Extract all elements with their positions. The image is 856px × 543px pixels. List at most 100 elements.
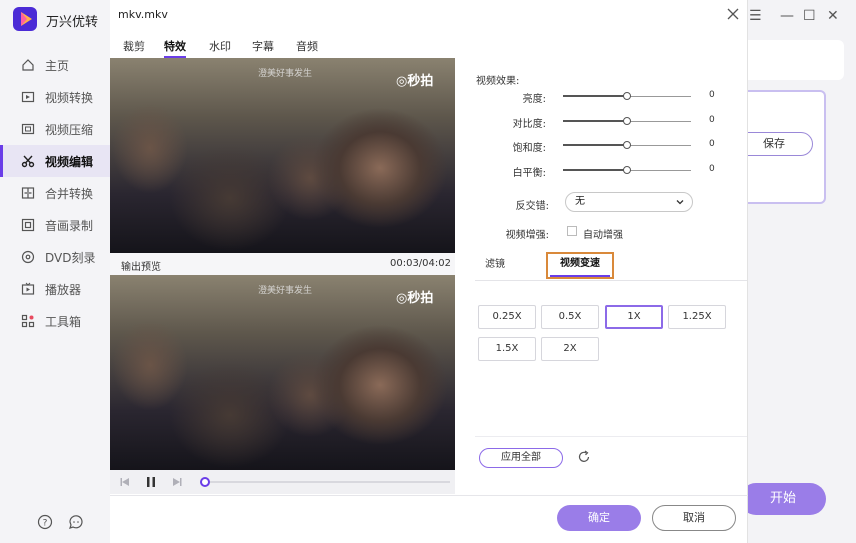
- video-watermark-text: 澄美好事发生: [258, 286, 313, 296]
- minimize-icon[interactable]: —: [780, 8, 794, 24]
- merge-icon: [21, 187, 35, 199]
- svg-text:?: ?: [43, 519, 48, 529]
- convert-icon: [21, 91, 35, 103]
- speed-1x-button[interactable]: 1X: [605, 305, 663, 329]
- footer-divider: [110, 495, 748, 496]
- video-logo: ◎秒拍: [396, 74, 434, 89]
- sidebar-item-toolbox[interactable]: 工具箱: [0, 305, 110, 337]
- slider-label: 白平衡:: [512, 168, 546, 179]
- compress-icon: [21, 123, 35, 135]
- sidebar-item-dvd[interactable]: DVD刻录: [0, 241, 110, 273]
- sidebar-item-label: 视频转换: [45, 90, 94, 105]
- speed-0.25x-button[interactable]: 0.25X: [478, 305, 536, 329]
- player-icon: [21, 282, 35, 295]
- slider-value: 0: [709, 115, 715, 125]
- contrast-slider[interactable]: 对比度: 0: [455, 114, 748, 130]
- toolbox-icon: [21, 314, 35, 328]
- sidebar-item-label: 工具箱: [45, 314, 82, 329]
- sidebar-item-record[interactable]: 音画录制: [0, 209, 110, 241]
- close-window-icon[interactable]: ✕: [827, 8, 839, 24]
- playback-track[interactable]: [200, 481, 450, 483]
- speed-1.5x-button[interactable]: 1.5X: [478, 337, 536, 361]
- preview-label: 输出预览: [121, 262, 161, 273]
- sidebar-item-merge[interactable]: 合并转换: [0, 177, 110, 209]
- confirm-button[interactable]: 确定: [557, 505, 641, 531]
- player-bar: [110, 470, 455, 494]
- tab-effects[interactable]: 特效: [164, 38, 186, 58]
- sidebar-item-video-convert[interactable]: 视频转换: [0, 81, 110, 113]
- slider-fill: [563, 120, 627, 122]
- dialog-title: mkv.mkv: [118, 8, 168, 21]
- background-window: [748, 0, 856, 543]
- slider-value: 0: [709, 90, 715, 100]
- pause-icon[interactable]: [145, 476, 157, 488]
- tab-audio[interactable]: 音频: [296, 38, 318, 56]
- sidebar-item-label: 视频压缩: [45, 122, 94, 137]
- slider-thumb[interactable]: [623, 92, 631, 100]
- tab-filter[interactable]: 滤镜: [485, 255, 505, 281]
- auto-enhance-checkbox[interactable]: [567, 226, 577, 236]
- slider-thumb[interactable]: [623, 117, 631, 125]
- reset-icon[interactable]: [577, 450, 591, 464]
- deinterlace-select[interactable]: 无: [565, 192, 693, 212]
- slider-label: 亮度:: [522, 94, 546, 105]
- maximize-icon[interactable]: ☐: [803, 8, 816, 24]
- feedback-icon[interactable]: [68, 514, 84, 530]
- previous-frame-icon[interactable]: [119, 476, 131, 488]
- sidebar-item-video-compress[interactable]: 视频压缩: [0, 113, 110, 145]
- slider-label: 对比度:: [512, 119, 546, 130]
- sidebar-item-label: 音画录制: [45, 218, 94, 233]
- scissors-icon: [21, 155, 35, 168]
- sidebar-item-label: 合并转换: [45, 186, 94, 201]
- effect-subtabs: 滤镜 视频变速: [475, 252, 747, 281]
- start-button[interactable]: 开始: [740, 483, 826, 515]
- sidebar-item-label: 播放器: [45, 282, 82, 297]
- speed-2x-button[interactable]: 2X: [541, 337, 599, 361]
- sidebar-item-home[interactable]: 主页: [0, 49, 110, 81]
- brightness-slider[interactable]: 亮度: 0: [455, 89, 748, 105]
- tab-subtitle[interactable]: 字幕: [252, 38, 274, 56]
- apply-all-button[interactable]: 应用全部: [479, 448, 563, 468]
- sidebar-item-player[interactable]: 播放器: [0, 273, 110, 305]
- tab-speed[interactable]: 视频变速: [546, 252, 614, 279]
- help-icon[interactable]: ?: [37, 514, 53, 530]
- tab-crop[interactable]: 裁剪: [123, 38, 145, 56]
- disc-icon: [21, 250, 35, 264]
- menu-icon[interactable]: ☰: [749, 8, 762, 24]
- white-balance-slider[interactable]: 白平衡: 0: [455, 163, 748, 179]
- slider-value: 0: [709, 139, 715, 149]
- cancel-button[interactable]: 取消: [652, 505, 736, 531]
- sidebar-item-label: 主页: [45, 58, 70, 73]
- next-frame-icon[interactable]: [171, 476, 183, 488]
- slider-fill: [563, 169, 627, 171]
- output-preview-video: 澄美好事发生 ◎秒拍: [110, 275, 455, 470]
- slider-thumb[interactable]: [623, 141, 631, 149]
- speed-0.5x-button[interactable]: 0.5X: [541, 305, 599, 329]
- sidebar-item-label: 视频编辑: [45, 154, 94, 169]
- record-icon: [21, 218, 35, 232]
- deinterlace-label: 反交错:: [515, 201, 549, 212]
- edit-dialog: mkv.mkv 裁剪 特效 水印 字幕 音频 澄美好事发生 ◎秒拍 输出预览 0…: [110, 0, 748, 543]
- sidebar-item-video-edit[interactable]: 视频编辑: [0, 145, 110, 177]
- sidebar-item-label: DVD刻录: [45, 250, 96, 265]
- preview-time: 00:03/04:02: [389, 258, 451, 269]
- slider-fill: [563, 95, 627, 97]
- saturation-slider[interactable]: 饱和度: 0: [455, 138, 748, 154]
- slider-label: 饱和度:: [512, 143, 546, 154]
- tab-watermark[interactable]: 水印: [209, 38, 231, 56]
- close-icon[interactable]: [725, 6, 741, 22]
- slider-thumb[interactable]: [623, 166, 631, 174]
- effects-title: 视频效果:: [476, 76, 520, 87]
- deinterlace-value: 无: [575, 196, 585, 207]
- effects-settings: 视频效果: 亮度: 0 对比度: 0 饱和度: 0 白平衡: 0 反交错: 无 …: [455, 58, 748, 495]
- speed-1.25x-button[interactable]: 1.25X: [668, 305, 726, 329]
- playback-thumb[interactable]: [200, 477, 210, 487]
- enhance-label: 视频增强:: [505, 230, 549, 241]
- app-logo-icon: [13, 7, 37, 31]
- preview-bar: 输出预览 00:03/04:02: [110, 253, 455, 275]
- background-card: [748, 40, 844, 80]
- chevron-down-icon: [676, 200, 684, 205]
- slider-value: 0: [709, 164, 715, 174]
- original-video: 澄美好事发生 ◎秒拍: [110, 58, 455, 253]
- video-watermark-text: 澄美好事发生: [258, 69, 313, 79]
